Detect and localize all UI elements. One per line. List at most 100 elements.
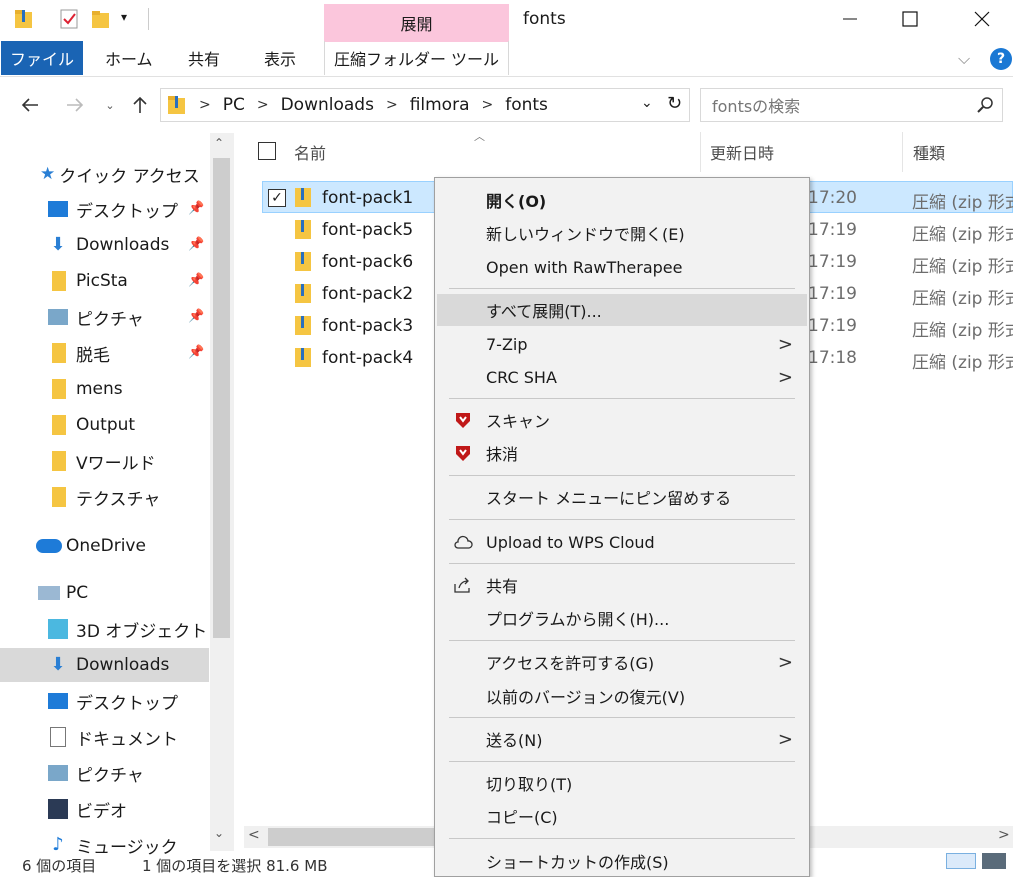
column-header-modified[interactable]: 更新日時 <box>710 140 774 164</box>
nav-item-picsta[interactable]: PicSta <box>48 264 128 298</box>
nav-pc[interactable]: PC <box>38 576 88 610</box>
nav-quick-access[interactable]: ★ クイック アクセス <box>40 157 200 191</box>
menu-item-label: 開く(O) <box>486 192 547 211</box>
menu-item-extract-all[interactable]: すべて展開(T)... <box>437 294 807 326</box>
menu-item-create-shortcut[interactable]: ショートカットの作成(S) <box>437 845 807 877</box>
menu-item-give-access[interactable]: アクセスを許可する(G) > <box>437 646 807 678</box>
menu-item-upload-wps[interactable]: Upload to WPS Cloud <box>437 526 807 558</box>
menu-item-open-new-window[interactable]: 新しいウィンドウで開く(E) <box>437 217 807 249</box>
menu-separator <box>449 519 795 520</box>
menu-item-share[interactable]: 共有 <box>437 569 807 601</box>
breadcrumb-filmora[interactable]: filmora <box>410 95 470 115</box>
close-icon <box>974 11 990 27</box>
nav-item-hair-removal[interactable]: 脱毛 <box>48 336 110 370</box>
nav-onedrive[interactable]: OneDrive <box>36 529 146 563</box>
properties-check-icon[interactable] <box>59 8 79 30</box>
tab-view[interactable]: 表示 <box>264 41 296 75</box>
up-button[interactable] <box>126 90 154 120</box>
back-button[interactable] <box>16 90 44 120</box>
menu-item-cut[interactable]: 切り取り(T) <box>437 767 807 799</box>
row-checkbox-checked[interactable]: ✓ <box>268 189 286 207</box>
nav-item-v-world[interactable]: Vワールド <box>48 444 156 478</box>
nav-item-desktop[interactable]: デスクトップ <box>48 192 178 226</box>
search-icon[interactable] <box>977 97 993 113</box>
tab-home[interactable]: ホーム <box>105 41 153 75</box>
nav-item-textures[interactable]: テクスチャ <box>48 480 160 514</box>
refresh-icon[interactable]: ↻ <box>667 93 682 114</box>
minimize-button[interactable] <box>830 4 870 34</box>
folder-icon <box>52 379 66 399</box>
nav-item-downloads-pc[interactable]: ⬇ Downloads <box>0 648 209 682</box>
menu-item-open-with[interactable]: プログラムから開く(H)... <box>437 602 807 634</box>
menu-item-scan[interactable]: スキャン <box>437 404 807 436</box>
folder-properties-icon[interactable] <box>14 8 34 30</box>
file-name[interactable]: font-pack5 <box>322 220 413 240</box>
address-dropdown-chevron-icon[interactable]: ⌄ <box>641 95 653 111</box>
cloud-outline-icon <box>453 532 473 552</box>
customize-toolbar-dropdown-icon[interactable]: ▾ <box>121 10 127 24</box>
new-folder-icon[interactable] <box>91 8 111 30</box>
tab-share[interactable]: 共有 <box>188 41 220 75</box>
scroll-up-chevron-icon[interactable]: ⌃ <box>214 136 224 150</box>
breadcrumb-fonts[interactable]: fonts <box>505 95 548 115</box>
tab-compressed-folder-tools[interactable]: 圧縮フォルダー ツール <box>324 41 509 75</box>
menu-item-open[interactable]: 開く(O) <box>437 184 807 216</box>
nav-item-3d-objects[interactable]: 3D オブジェクト <box>48 612 207 646</box>
menu-item-label: プログラムから開く(H)... <box>486 610 670 629</box>
help-icon[interactable]: ? <box>990 48 1012 70</box>
pin-icon[interactable]: 📌 <box>188 237 204 252</box>
nav-scrollbar-thumb[interactable] <box>213 158 230 638</box>
nav-item-output[interactable]: Output <box>48 408 135 442</box>
column-divider[interactable] <box>700 132 701 172</box>
menu-item-open-rawtherapee[interactable]: Open with RawTherapee <box>437 251 807 283</box>
scroll-left-chevron-icon[interactable]: < <box>248 827 260 843</box>
file-name[interactable]: font-pack1 <box>322 188 413 208</box>
download-arrow-icon: ⬇ <box>50 654 66 675</box>
scroll-right-chevron-icon[interactable]: > <box>998 827 1010 843</box>
forward-button[interactable] <box>61 90 89 120</box>
nav-item-label: デスクトップ <box>76 201 178 222</box>
large-icons-view-icon[interactable] <box>982 853 1006 869</box>
nav-item-downloads[interactable]: ⬇ Downloads <box>48 228 169 262</box>
file-name[interactable]: font-pack3 <box>322 316 413 336</box>
breadcrumb-downloads[interactable]: Downloads <box>281 95 374 115</box>
tab-file[interactable]: ファイル <box>1 41 83 75</box>
column-header-name[interactable]: 名前 <box>294 140 326 164</box>
details-view-icon[interactable] <box>946 853 976 869</box>
column-header-type[interactable]: 種類 <box>913 140 945 164</box>
nav-item-pictures[interactable]: ピクチャ <box>48 300 144 334</box>
nav-item-pictures-pc[interactable]: ピクチャ <box>48 756 144 790</box>
select-all-checkbox[interactable] <box>258 142 276 160</box>
menu-item-shred[interactable]: 抹消 <box>437 437 807 469</box>
nav-item-documents[interactable]: ドキュメント <box>48 720 178 754</box>
pin-icon[interactable]: 📌 <box>188 309 204 324</box>
maximize-button[interactable] <box>890 4 930 34</box>
download-arrow-icon: ⬇ <box>50 234 66 255</box>
nav-item-desktop-pc[interactable]: デスクトップ <box>48 684 178 718</box>
menu-item-pin-to-start[interactable]: スタート メニューにピン留めする <box>437 481 807 513</box>
file-name[interactable]: font-pack6 <box>322 252 413 272</box>
close-button[interactable] <box>962 4 1002 34</box>
recent-locations-chevron-icon[interactable]: ⌄ <box>96 90 124 120</box>
expand-ribbon-chevron-icon[interactable]: ⌵ <box>958 49 970 69</box>
menu-item-7zip[interactable]: 7-Zip > <box>437 328 807 360</box>
scroll-down-chevron-icon[interactable]: ⌄ <box>214 826 224 840</box>
menu-item-copy[interactable]: コピー(C) <box>437 800 807 832</box>
nav-item-mens[interactable]: mens <box>48 372 123 406</box>
nav-item-label: 脱毛 <box>76 345 110 366</box>
search-input[interactable]: fontsの検索 <box>700 88 1003 122</box>
menu-item-send-to[interactable]: 送る(N) > <box>437 723 807 755</box>
menu-item-crc-sha[interactable]: CRC SHA > <box>437 361 807 393</box>
menu-separator <box>449 717 795 718</box>
menu-item-restore-versions[interactable]: 以前のバージョンの復元(V) <box>437 680 807 712</box>
pin-icon[interactable]: 📌 <box>188 345 204 360</box>
pin-icon[interactable]: 📌 <box>188 201 204 216</box>
address-bar[interactable]: > PC > Downloads > filmora > fonts ⌄ ↻ <box>160 88 690 122</box>
file-name[interactable]: font-pack4 <box>322 348 413 368</box>
nav-item-videos[interactable]: ビデオ <box>48 792 127 826</box>
column-divider[interactable] <box>902 132 903 172</box>
breadcrumb-pc[interactable]: PC <box>223 95 245 115</box>
pin-icon[interactable]: 📌 <box>188 273 204 288</box>
file-name[interactable]: font-pack2 <box>322 284 413 304</box>
submenu-arrow-icon: > <box>777 366 793 388</box>
